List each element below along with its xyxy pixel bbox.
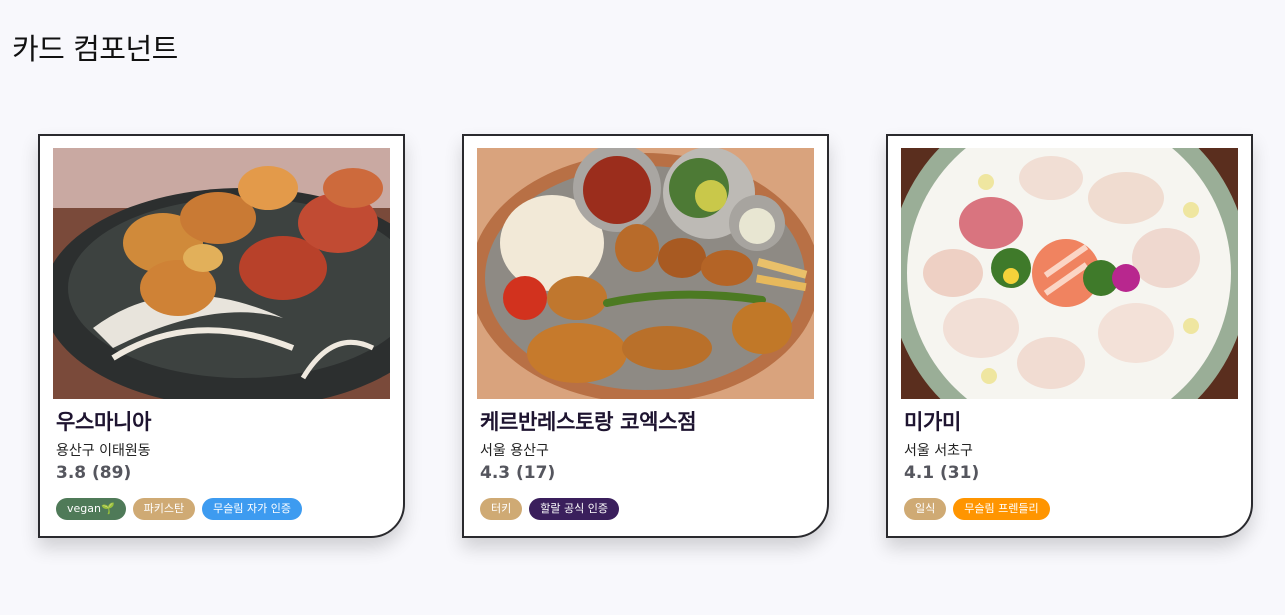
restaurant-card-migami[interactable]: 미가미 서울 서초구 4.1 (31) 일식 무슬림 프렌들리 [886, 134, 1253, 538]
tag-cuisine: 파키스탄 [132, 498, 196, 520]
restaurant-card-usmania[interactable]: 우스마니아 용산구 이태원동 3.8 (89) vegan🌱 파키스탄 무슬림 … [38, 134, 405, 538]
tag-list: vegan🌱 파키스탄 무슬림 자가 인증 [56, 498, 302, 520]
tag-cuisine: 일식 [904, 498, 947, 520]
restaurant-location: 용산구 이태원동 [56, 443, 151, 459]
page-title: 카드 컴포넌트 [12, 32, 178, 66]
turkish-platter-photo [477, 148, 814, 399]
tag-muslim-self-certified: 무슬림 자가 인증 [202, 498, 302, 520]
restaurant-rating: 4.1 (31) [904, 463, 980, 483]
restaurant-rating: 4.3 (17) [480, 463, 556, 483]
restaurant-name: 케르반레스토랑 코엑스점 [480, 410, 697, 434]
restaurant-name: 미가미 [904, 410, 962, 434]
restaurant-location: 서울 용산구 [480, 443, 549, 459]
restaurant-name: 우스마니아 [56, 410, 152, 434]
tag-muslim-friendly: 무슬림 프렌들리 [953, 498, 1050, 520]
sashimi-platter-photo [901, 148, 1238, 399]
tandoori-chicken-photo [53, 148, 390, 399]
restaurant-location: 서울 서초구 [904, 443, 973, 459]
tag-list: 일식 무슬림 프렌들리 [904, 498, 1050, 520]
restaurant-card-kervan[interactable]: 케르반레스토랑 코엑스점 서울 용산구 4.3 (17) 터키 할랄 공식 인증 [462, 134, 829, 538]
tag-vegan: vegan🌱 [56, 498, 126, 520]
tag-list: 터키 할랄 공식 인증 [480, 498, 619, 520]
tag-halal-official: 할랄 공식 인증 [529, 498, 619, 520]
restaurant-rating: 3.8 (89) [56, 463, 132, 483]
tag-cuisine: 터키 [480, 498, 523, 520]
